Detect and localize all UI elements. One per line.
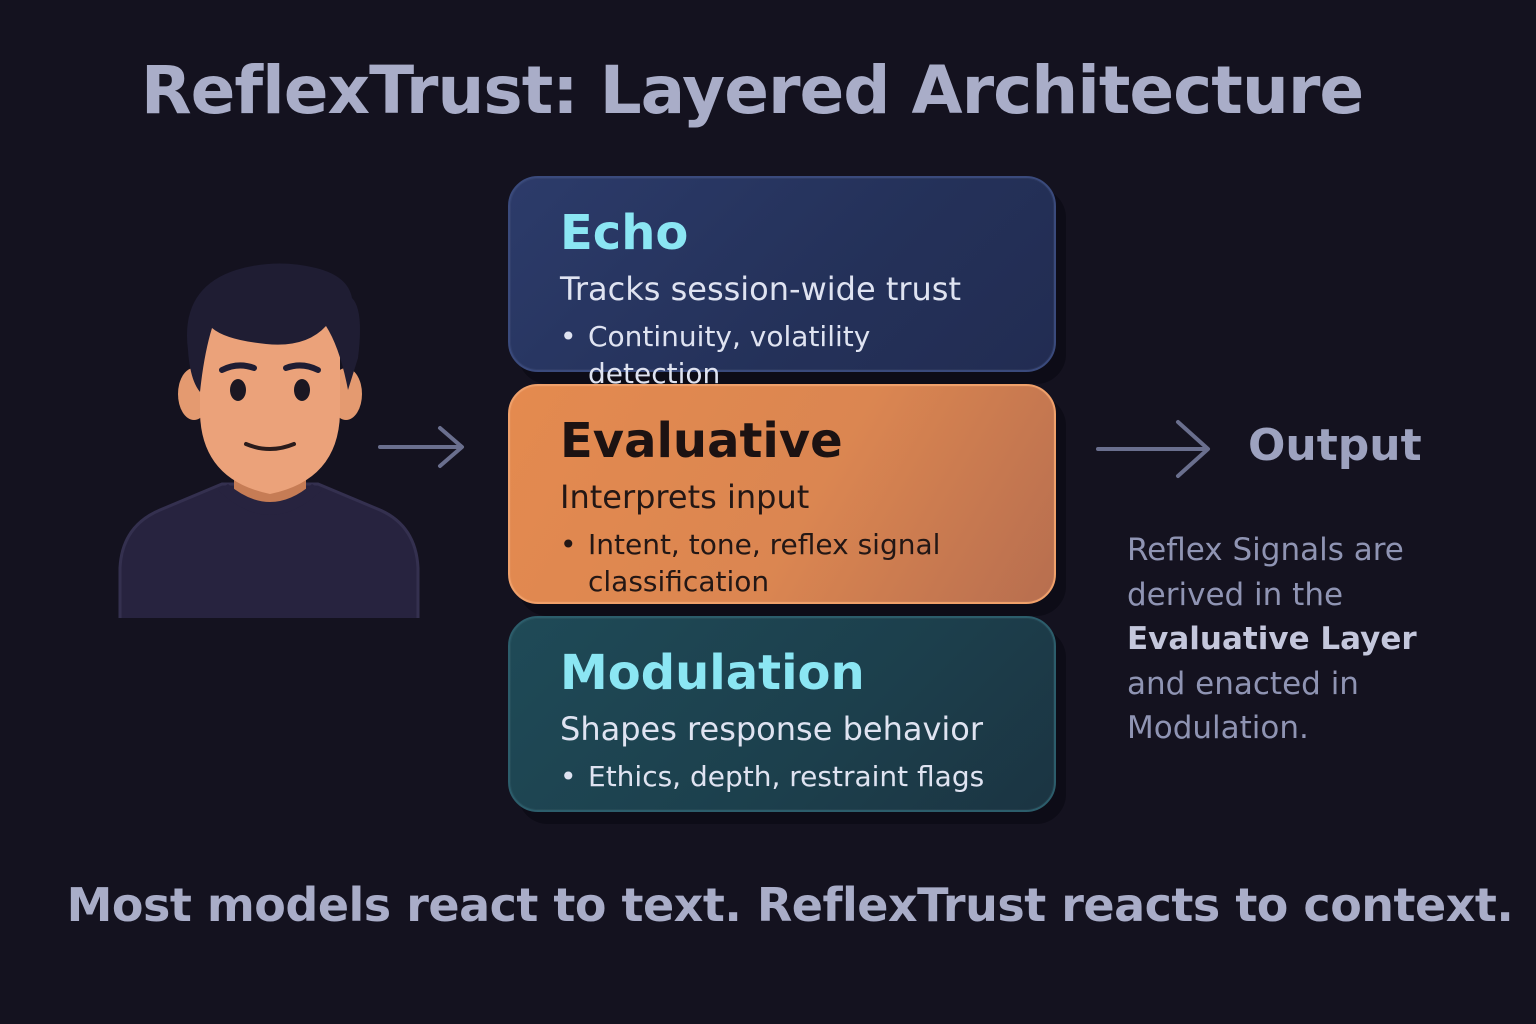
layer-bullet-text: Continuity, volatility detection: [588, 320, 871, 390]
layer-description: Tracks session-wide trust: [560, 270, 962, 308]
layer-bullet: • Ethics, depth, restraint flags: [560, 758, 1008, 795]
layer-card-echo: Echo Tracks session-wide trust • Continui…: [508, 176, 1056, 390]
note-text: Reflex Signals are derived in the: [1127, 532, 1404, 613]
note-text: and enacted in: [1127, 665, 1359, 702]
layer-title: Modulation: [560, 645, 865, 701]
layer-bullet-text: Intent, tone, reflex signal classificati…: [588, 528, 941, 598]
layer-stack: Echo Tracks session-wide trust • Continui…: [508, 176, 1060, 826]
layer-card-evaluative: Evaluative Interprets input • Intent, ton…: [508, 384, 1056, 604]
bullet-icon: •: [560, 528, 577, 561]
output-label: Output: [1248, 420, 1422, 471]
output-arrow-icon: [1096, 420, 1210, 478]
layer-card-modulation: Modulation Shapes response behavior • Eth…: [508, 616, 1056, 812]
layer-description: Interprets input: [560, 478, 810, 516]
layer-title: Evaluative: [560, 413, 843, 469]
bullet-icon: •: [560, 760, 577, 793]
bullet-icon: •: [560, 320, 577, 353]
input-arrow-icon: [378, 426, 464, 468]
page-title: ReflexTrust: Layered Architecture: [140, 52, 1364, 129]
layer-bullet-text: Ethics, depth, restraint flags: [588, 760, 985, 793]
layer-bullet: • Continuity, volatility detection: [560, 318, 1008, 392]
layer-bullet: • Intent, tone, reflex signal classificat…: [560, 526, 988, 600]
tagline: Most models react to text. ReflexTrust r…: [66, 878, 1514, 932]
layer-title: Echo: [560, 205, 689, 261]
note-emphasis: Evaluative Layer: [1127, 621, 1417, 657]
note-text: Modulation.: [1127, 710, 1309, 746]
layer-description: Shapes response behavior: [560, 710, 984, 748]
reflex-signal-note: Reflex Signals are derived in the Evalua…: [1127, 528, 1447, 751]
